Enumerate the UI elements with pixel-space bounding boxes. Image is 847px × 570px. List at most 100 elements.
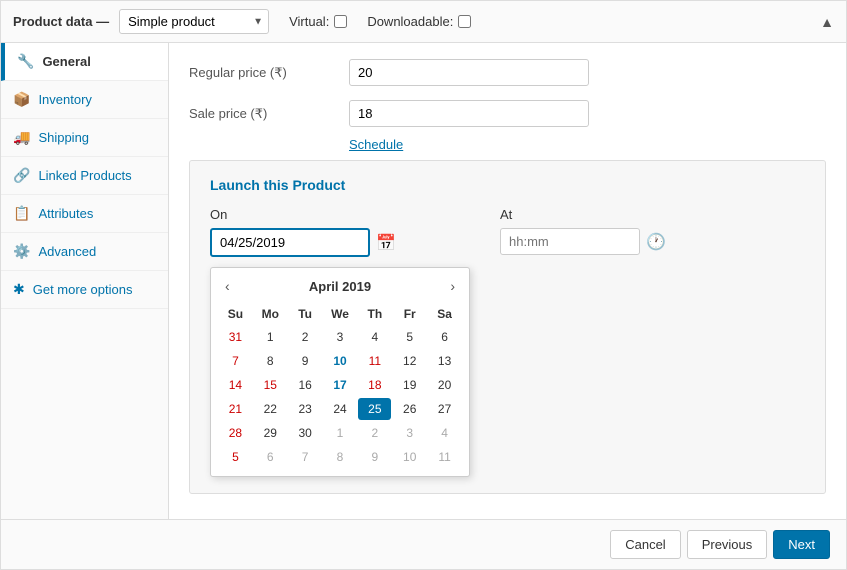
cal-day[interactable]: 9: [358, 446, 391, 468]
product-type-select[interactable]: Simple product Variable product Grouped …: [119, 9, 269, 34]
cal-day[interactable]: 16: [289, 374, 322, 396]
cal-day[interactable]: 2: [289, 326, 322, 348]
cal-day[interactable]: 2: [358, 422, 391, 444]
bottom-bar: Cancel Previous Next: [1, 519, 846, 569]
schedule-link[interactable]: Schedule: [349, 137, 826, 152]
cal-day[interactable]: 7: [289, 446, 322, 468]
cal-day[interactable]: 18: [358, 374, 391, 396]
time-column: At 🕐: [500, 207, 668, 255]
cal-day[interactable]: 22: [254, 398, 287, 420]
sidebar-item-inventory-label: Inventory: [38, 92, 91, 107]
cal-day[interactable]: 6: [428, 326, 461, 348]
advanced-icon: ⚙️: [13, 243, 30, 260]
cal-day[interactable]: 6: [254, 446, 287, 468]
cal-day[interactable]: 10: [324, 350, 357, 372]
cal-day[interactable]: 20: [428, 374, 461, 396]
on-label: On: [210, 207, 470, 222]
cal-day[interactable]: 15: [254, 374, 287, 396]
calendar-next-btn[interactable]: ›: [444, 276, 461, 296]
time-input[interactable]: [500, 228, 640, 255]
sidebar-item-advanced[interactable]: ⚙️ Advanced: [1, 233, 168, 271]
date-input[interactable]: [210, 228, 370, 257]
sidebar-item-inventory[interactable]: 📦 Inventory: [1, 81, 168, 119]
cal-day-today[interactable]: 25: [358, 398, 391, 420]
next-button[interactable]: Next: [773, 530, 830, 559]
sidebar-item-get-more-options[interactable]: ✱ Get more options: [1, 271, 168, 309]
launch-title: Launch this Product: [210, 177, 805, 193]
cal-day[interactable]: 21: [219, 398, 252, 420]
sidebar-item-general-label: General: [42, 54, 90, 69]
cal-day[interactable]: 4: [428, 422, 461, 444]
sale-price-input[interactable]: [349, 100, 589, 127]
cal-day[interactable]: 17: [324, 374, 357, 396]
product-data-header: Product data — Simple product Variable p…: [1, 1, 846, 43]
date-column: On 📅 ‹ April 2019 ›: [210, 207, 470, 477]
general-icon: 🔧: [17, 53, 34, 70]
downloadable-group: Downloadable:: [367, 14, 471, 29]
calendar-grid: Su Mo Tu We Th Fr Sa 31 1 2: [219, 304, 461, 468]
cal-day[interactable]: 26: [393, 398, 426, 420]
date-input-wrapper: 📅: [210, 228, 470, 257]
cal-day[interactable]: 13: [428, 350, 461, 372]
product-data-label: Product data —: [13, 14, 109, 29]
cal-day[interactable]: 1: [324, 422, 357, 444]
linked-products-icon: 🔗: [13, 167, 30, 184]
cal-day[interactable]: 7: [219, 350, 252, 372]
sidebar: 🔧 General 📦 Inventory 🚚 Shipping 🔗 Linke…: [1, 43, 169, 519]
day-header-tu: Tu: [289, 304, 322, 324]
day-header-mo: Mo: [254, 304, 287, 324]
day-header-th: Th: [358, 304, 391, 324]
sidebar-item-linked-label: Linked Products: [38, 168, 131, 183]
sidebar-item-linked-products[interactable]: 🔗 Linked Products: [1, 157, 168, 195]
downloadable-label: Downloadable:: [367, 14, 453, 29]
cal-day[interactable]: 19: [393, 374, 426, 396]
attributes-icon: 📋: [13, 205, 30, 222]
cal-day[interactable]: 9: [289, 350, 322, 372]
cal-day[interactable]: 8: [254, 350, 287, 372]
sidebar-item-attributes-label: Attributes: [38, 206, 93, 221]
cal-day[interactable]: 11: [358, 350, 391, 372]
cal-day[interactable]: 5: [393, 326, 426, 348]
sidebar-item-general[interactable]: 🔧 General: [1, 43, 168, 81]
virtual-group: Virtual:: [289, 14, 347, 29]
cal-day[interactable]: 5: [219, 446, 252, 468]
calendar-icon-btn[interactable]: 📅: [374, 231, 398, 255]
cal-day[interactable]: 1: [254, 326, 287, 348]
expand-button[interactable]: ▲: [820, 14, 834, 30]
calendar-container: ‹ April 2019 › Su Mo Tu We Th: [210, 267, 470, 477]
cal-day[interactable]: 24: [324, 398, 357, 420]
cal-day[interactable]: 23: [289, 398, 322, 420]
cal-day[interactable]: 14: [219, 374, 252, 396]
cal-day[interactable]: 3: [393, 422, 426, 444]
sale-price-row: Sale price (₹): [189, 100, 826, 127]
cal-day[interactable]: 4: [358, 326, 391, 348]
cal-day[interactable]: 27: [428, 398, 461, 420]
at-label: At: [500, 207, 668, 222]
sidebar-item-shipping[interactable]: 🚚 Shipping: [1, 119, 168, 157]
cal-day[interactable]: 30: [289, 422, 322, 444]
previous-button[interactable]: Previous: [687, 530, 768, 559]
cal-day[interactable]: 8: [324, 446, 357, 468]
cal-day[interactable]: 10: [393, 446, 426, 468]
cal-day[interactable]: 28: [219, 422, 252, 444]
more-options-icon: ✱: [13, 281, 25, 298]
shipping-icon: 🚚: [13, 129, 30, 146]
cancel-button[interactable]: Cancel: [610, 530, 680, 559]
clock-icon-btn[interactable]: 🕐: [644, 230, 668, 254]
cal-day[interactable]: 11: [428, 446, 461, 468]
product-type-wrapper: Simple product Variable product Grouped …: [119, 9, 269, 34]
cal-day[interactable]: 3: [324, 326, 357, 348]
regular-price-input[interactable]: [349, 59, 589, 86]
regular-price-label: Regular price (₹): [189, 65, 349, 81]
day-header-we: We: [324, 304, 357, 324]
day-header-fr: Fr: [393, 304, 426, 324]
virtual-label: Virtual:: [289, 14, 329, 29]
cal-day[interactable]: 29: [254, 422, 287, 444]
cal-day[interactable]: 12: [393, 350, 426, 372]
cal-day[interactable]: 31: [219, 326, 252, 348]
calendar-prev-btn[interactable]: ‹: [219, 276, 236, 296]
sidebar-item-attributes[interactable]: 📋 Attributes: [1, 195, 168, 233]
downloadable-checkbox[interactable]: [458, 15, 471, 28]
virtual-checkbox[interactable]: [334, 15, 347, 28]
sidebar-item-advanced-label: Advanced: [38, 244, 96, 259]
